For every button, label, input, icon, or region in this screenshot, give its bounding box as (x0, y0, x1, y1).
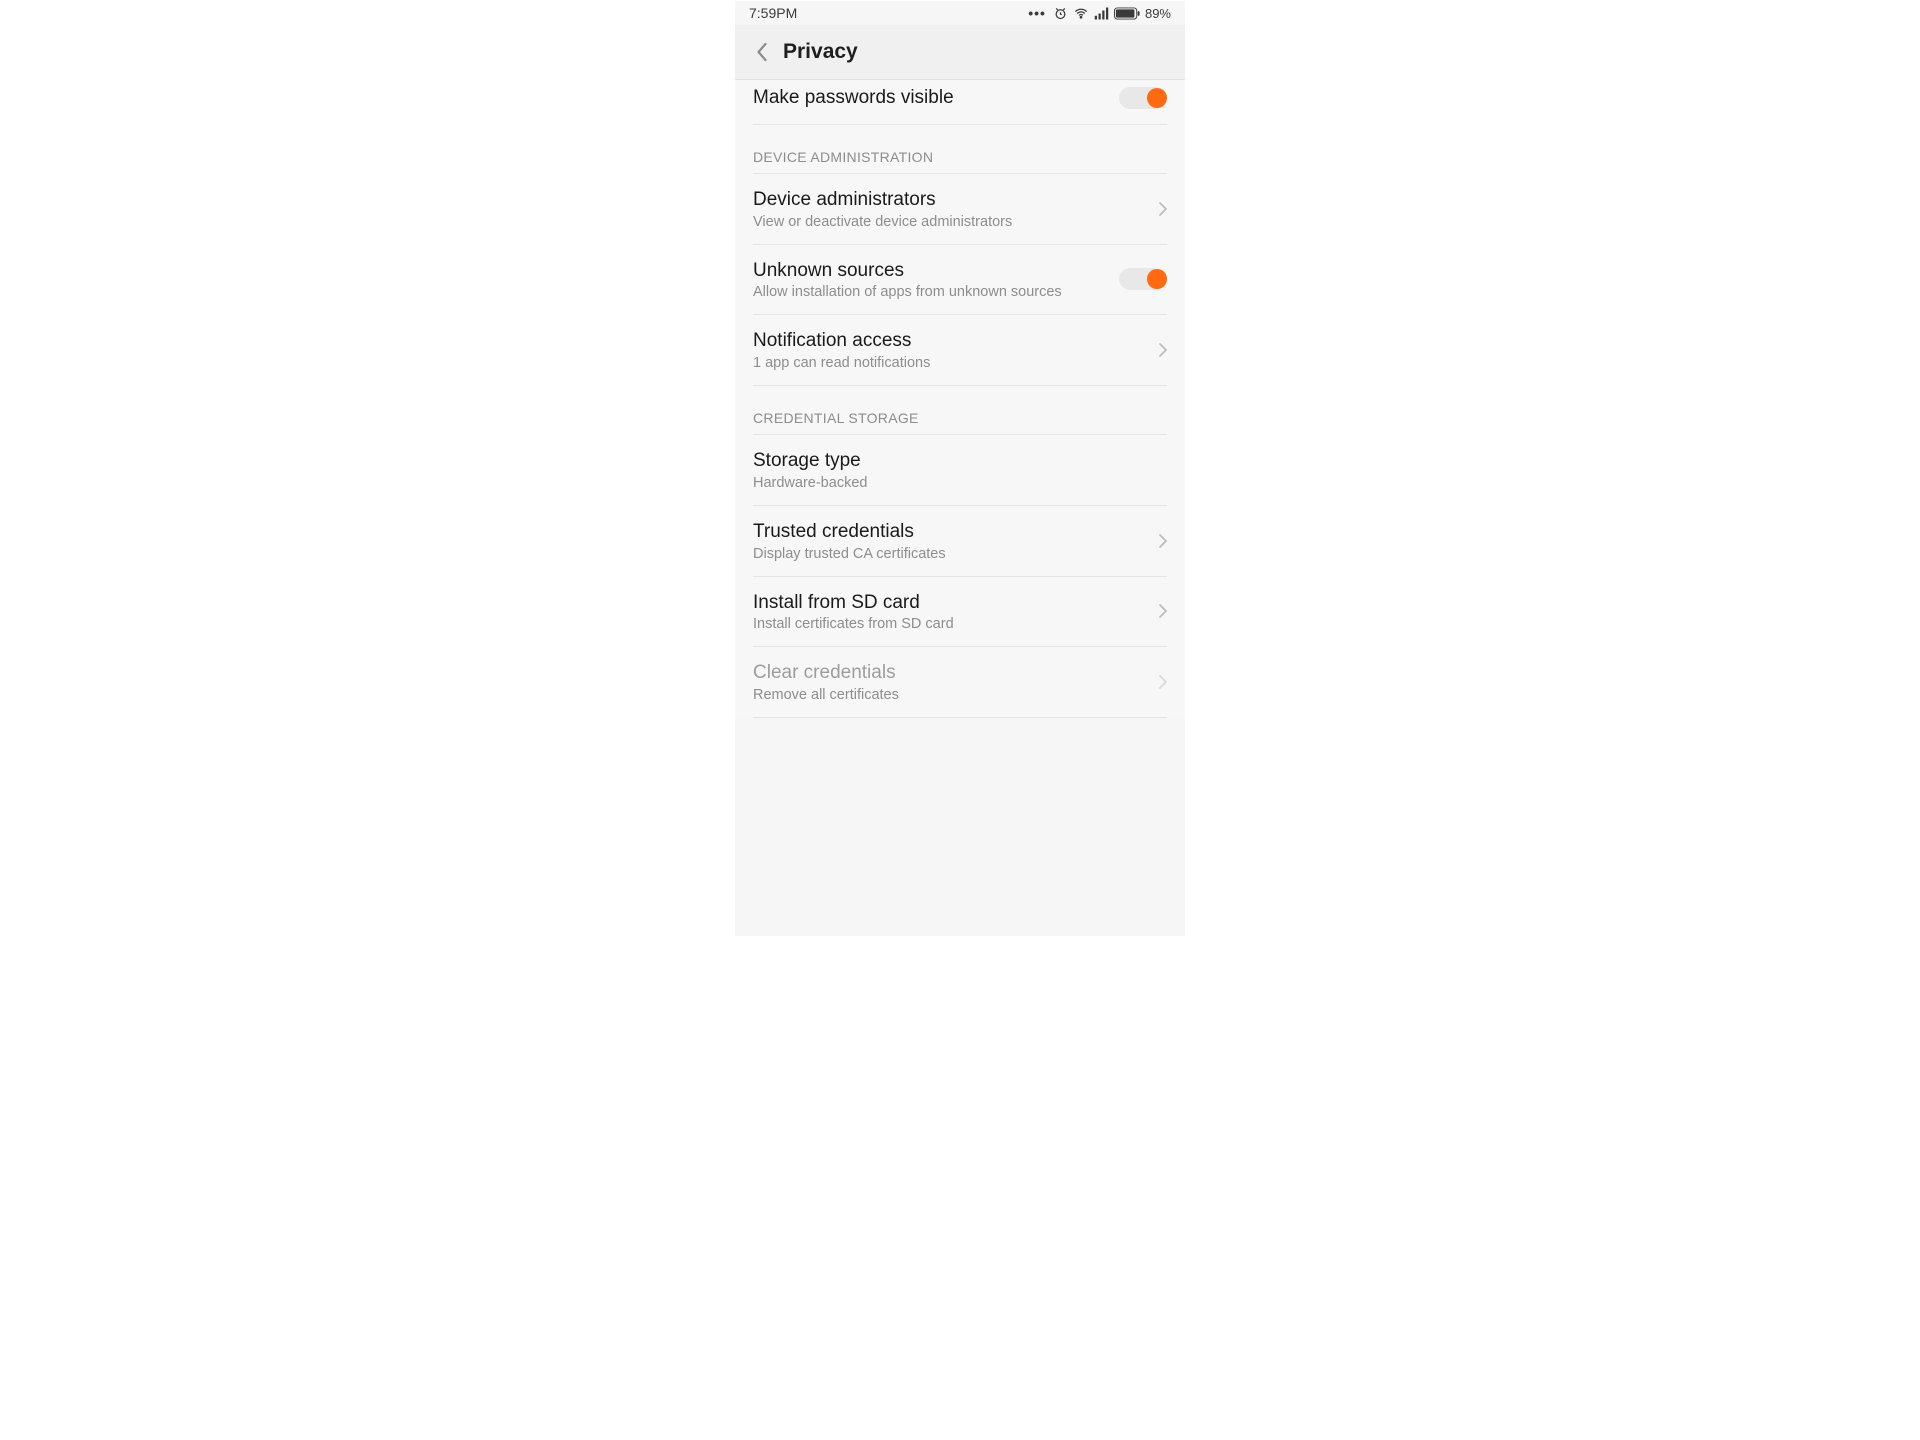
row-title: Clear credentials (753, 661, 1159, 685)
row-unknown-sources[interactable]: Unknown sources Allow installation of ap… (735, 245, 1185, 315)
toggle-unknown-sources[interactable] (1119, 268, 1167, 290)
row-title: Install from SD card (753, 591, 1159, 615)
chevron-right-icon (1159, 604, 1167, 618)
more-icon: ••• (1028, 5, 1046, 21)
row-subtitle: Install certificates from SD card (753, 616, 1159, 632)
page-title: Privacy (783, 40, 858, 64)
row-subtitle: Display trusted CA certificates (753, 546, 1159, 562)
title-bar: Privacy (735, 25, 1185, 80)
back-button[interactable] (745, 35, 779, 69)
chevron-right-icon (1159, 534, 1167, 548)
battery-icon (1114, 7, 1140, 20)
row-subtitle: View or deactivate device administrators (753, 214, 1159, 230)
alarm-icon (1053, 6, 1068, 21)
row-subtitle: 1 app can read notifications (753, 355, 1159, 371)
toggle-make-passwords-visible[interactable] (1119, 87, 1167, 109)
settings-content: Make passwords visible DEVICE ADMINISTRA… (735, 80, 1185, 718)
row-make-passwords-visible[interactable]: Make passwords visible (735, 80, 1185, 124)
status-icons: ••• 89% (1028, 5, 1171, 21)
chevron-left-icon (756, 42, 769, 62)
status-time: 7:59PM (749, 5, 797, 21)
signal-icon (1094, 6, 1109, 21)
row-storage-type: Storage type Hardware-backed (735, 435, 1185, 505)
row-subtitle: Hardware-backed (753, 475, 1167, 491)
section-header-credential-storage: CREDENTIAL STORAGE (735, 386, 1185, 434)
row-trusted-credentials[interactable]: Trusted credentials Display trusted CA c… (735, 506, 1185, 576)
row-title: Make passwords visible (753, 86, 1119, 110)
row-title: Trusted credentials (753, 520, 1159, 544)
phone-frame: 7:59PM ••• 89% Privacy Make passwords vi… (735, 1, 1185, 936)
row-install-from-sd-card[interactable]: Install from SD card Install certificate… (735, 577, 1185, 647)
chevron-right-icon (1159, 202, 1167, 216)
row-title: Device administrators (753, 188, 1159, 212)
status-bar: 7:59PM ••• 89% (735, 1, 1185, 25)
row-notification-access[interactable]: Notification access 1 app can read notif… (735, 315, 1185, 385)
row-subtitle: Remove all certificates (753, 687, 1159, 703)
divider (753, 717, 1167, 718)
row-title: Storage type (753, 449, 1167, 473)
row-device-administrators[interactable]: Device administrators View or deactivate… (735, 174, 1185, 244)
wifi-icon (1073, 6, 1089, 21)
row-clear-credentials: Clear credentials Remove all certificate… (735, 647, 1185, 717)
chevron-right-icon (1159, 675, 1167, 689)
chevron-right-icon (1159, 343, 1167, 357)
row-subtitle: Allow installation of apps from unknown … (753, 284, 1119, 300)
battery-percent: 89% (1145, 6, 1171, 21)
section-header-device-administration: DEVICE ADMINISTRATION (735, 125, 1185, 173)
row-title: Notification access (753, 329, 1159, 353)
row-title: Unknown sources (753, 259, 1119, 283)
